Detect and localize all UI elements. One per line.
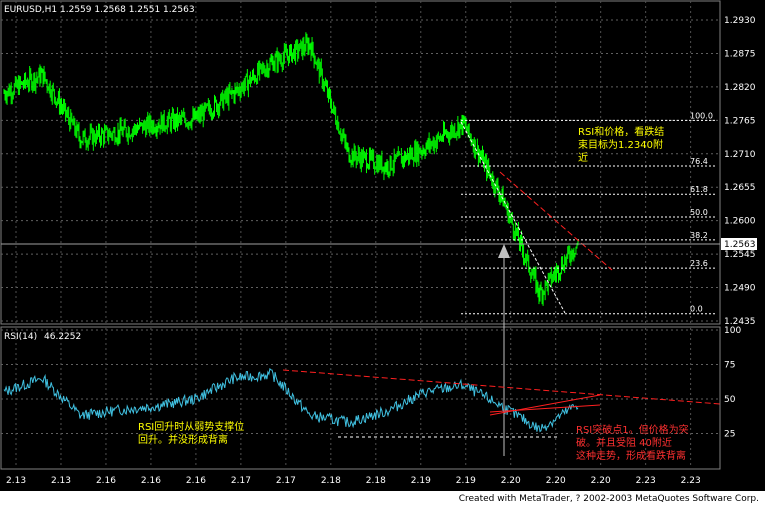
time-label: 2.23	[636, 476, 656, 486]
time-label: 2.23	[681, 476, 701, 486]
footer-credit: Created with MetaTrader, ? 2002-2003 Met…	[458, 494, 759, 504]
svg-text:破。并且受阻 40附近: 破。并且受阻 40附近	[576, 436, 672, 449]
time-label: 2.19	[456, 476, 476, 486]
time-label: 2.18	[366, 476, 386, 486]
fib-level-label: 23.6	[690, 259, 708, 268]
svg-text:RSI突破点1。但价格为突: RSI突破点1。但价格为突	[576, 423, 689, 436]
price-tick-label: 1.2545	[724, 250, 756, 260]
symbol-label: EURUSD,H1	[4, 5, 57, 15]
rsi-tick-label: 25	[724, 430, 735, 440]
time-label: 2.13	[51, 476, 71, 486]
time-label: 2.20	[546, 476, 566, 486]
svg-text:近: 近	[578, 151, 588, 164]
price-tick-label: 1.2930	[724, 16, 756, 26]
time-label: 2.20	[591, 476, 611, 486]
current-price-text: 1.2563	[724, 240, 756, 250]
price-tick-label: 1.2765	[724, 116, 756, 126]
chart-background	[0, 0, 765, 491]
rsi-value: 46.2252	[44, 332, 81, 342]
svg-text:RSI回升时从弱势支撑位: RSI回升时从弱势支撑位	[138, 420, 244, 433]
rsi-label: RSI(14)	[4, 332, 37, 342]
svg-text:束目标为1.2340附: 束目标为1.2340附	[578, 138, 663, 151]
time-label: 2.17	[231, 476, 251, 486]
svg-text:RSI和价格，看跌结: RSI和价格，看跌结	[578, 125, 664, 138]
price-tick-label: 1.2710	[724, 150, 756, 160]
price-tick-label: 1.2820	[724, 83, 756, 93]
svg-text:回升。并没形成背离: 回升。并没形成背离	[138, 433, 228, 446]
time-label: 2.18	[321, 476, 341, 486]
rsi-right-annotation: RSI突破点1。但价格为突 破。并且受阻 40附近 这种走势，形成看跌背离	[576, 423, 689, 462]
time-label: 2.19	[411, 476, 431, 486]
time-label: 2.13	[6, 476, 26, 486]
rsi-tick-label: 100	[724, 326, 741, 336]
fib-level-label: 38.2	[690, 231, 708, 240]
footer-bar: Created with MetaTrader, ? 2002-2003 Met…	[0, 491, 765, 509]
chart-window[interactable]: 1.2930 1.2875 1.2820 1.2765 1.2710 1.2655 1.26…	[0, 0, 765, 509]
fib-level-label: 100.0	[690, 111, 713, 120]
time-label: 2.20	[501, 476, 521, 486]
fib-level-label: 61.8	[690, 185, 708, 194]
svg-text:这种走势，形成看跌背离: 这种走势，形成看跌背离	[576, 449, 686, 462]
time-label: 2.16	[96, 476, 116, 486]
fib-level-label: 50.0	[690, 208, 708, 217]
fib-level-label: 76.4	[690, 157, 708, 166]
time-label: 2.17	[276, 476, 296, 486]
price-tick-label: 1.2490	[724, 284, 756, 294]
rsi-tick-label: 50	[724, 395, 736, 405]
ohlc-readout: 1.2559 1.2568 1.2551 1.2563	[60, 5, 195, 15]
price-tick-label: 1.2600	[724, 217, 756, 227]
rsi-tick-label: 75	[724, 361, 735, 371]
fib-level-label: 0.0	[690, 305, 703, 314]
price-tick-label: 1.2875	[724, 49, 756, 59]
time-label: 2.16	[186, 476, 206, 486]
price-tick-label: 1.2655	[724, 183, 756, 193]
time-label: 2.16	[141, 476, 161, 486]
